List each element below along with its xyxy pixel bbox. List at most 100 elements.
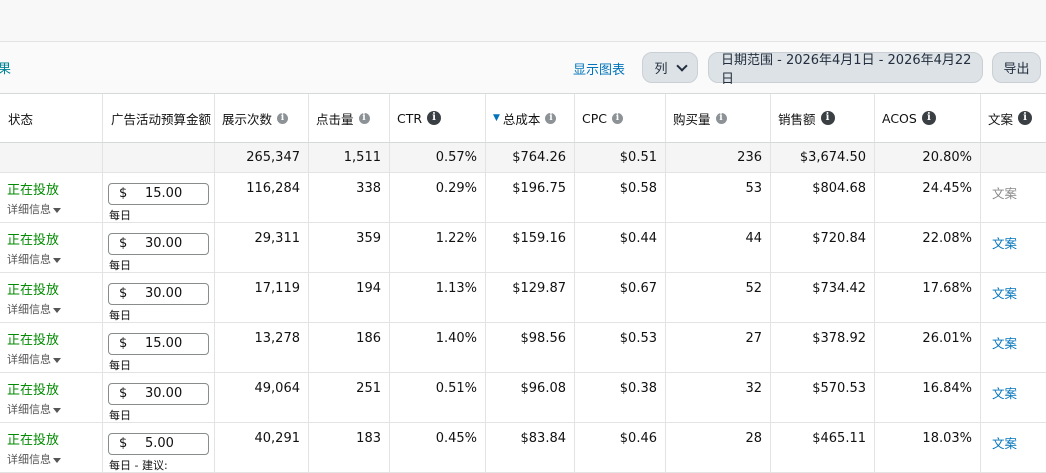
caret-down-icon: [53, 357, 61, 363]
header-clicks[interactable]: 点击量 i: [308, 94, 389, 142]
cell-impressions: 40,291: [254, 431, 301, 446]
header-acos[interactable]: ACOS i: [874, 94, 980, 142]
currency-symbol: $: [119, 236, 128, 251]
cell-sales: $570.53: [812, 381, 866, 396]
cell-sales: $734.42: [812, 281, 866, 296]
header-status-label: 状态: [8, 111, 34, 127]
cell-orders: 52: [745, 281, 762, 296]
currency-symbol: $: [119, 336, 128, 351]
cell-acos: 18.03%: [922, 431, 972, 446]
budget-type: 每日: [109, 409, 131, 422]
header-budget[interactable]: 广告活动预算金额i: [102, 94, 214, 142]
budget-input[interactable]: $15.00: [108, 183, 209, 205]
info-icon[interactable]: i: [820, 111, 835, 125]
cell-sales: $378.92: [812, 331, 866, 346]
budget-input[interactable]: $15.00: [108, 333, 209, 355]
header-creative[interactable]: 文案 i: [980, 94, 1046, 142]
budget-input[interactable]: $30.00: [108, 233, 209, 255]
table-row: 正在投放 详细信息 $5.00 每日 - 建议: 40,291 183 0.45% $83.8…: [0, 423, 1046, 473]
status-label: 正在投放: [7, 333, 60, 348]
details-label: 详细信息: [7, 303, 51, 316]
table-row: 正在投放 详细信息 $15.00 每日 116,284 338 0.29% $196.75 $0…: [0, 173, 1046, 223]
info-icon[interactable]: i: [1018, 111, 1033, 125]
info-icon[interactable]: i: [277, 112, 289, 124]
info-icon[interactable]: i: [427, 111, 442, 125]
cell-acos: 26.01%: [922, 331, 972, 346]
cell-ctr: 0.29%: [435, 181, 477, 196]
details-toggle[interactable]: 详细信息: [7, 251, 61, 267]
total-cpc: $0.51: [619, 150, 657, 165]
cell-clicks: 359: [356, 231, 381, 246]
cell-cpc: $0.46: [619, 431, 657, 446]
details-toggle[interactable]: 详细信息: [7, 401, 61, 417]
info-icon[interactable]: i: [715, 112, 727, 124]
info-icon[interactable]: i: [358, 112, 370, 124]
budget-input[interactable]: $30.00: [108, 383, 209, 405]
info-icon[interactable]: i: [612, 112, 623, 124]
status-label: 正在投放: [7, 383, 60, 398]
budget-input[interactable]: $5.00: [108, 433, 209, 455]
cell-impressions: 49,064: [254, 381, 301, 396]
details-toggle[interactable]: 详细信息: [7, 351, 61, 367]
columns-button[interactable]: 列: [642, 52, 698, 83]
info-icon[interactable]: i: [545, 112, 557, 124]
header-cpc[interactable]: CPC i: [574, 94, 665, 142]
header-sales-label: 销售额: [778, 111, 816, 127]
header-status[interactable]: 状态: [0, 94, 102, 142]
header-cpc-label: CPC: [582, 110, 607, 126]
creative-link[interactable]: 文案: [992, 233, 1017, 252]
caret-down-icon: [53, 457, 61, 463]
cell-acos: 24.45%: [922, 181, 972, 196]
cell-cpc: $0.67: [619, 281, 657, 296]
header-ctr-label: CTR: [397, 110, 423, 126]
total-clicks: 1,511: [343, 150, 381, 165]
status-label: 正在投放: [7, 233, 60, 248]
cell-spend: $96.08: [520, 381, 567, 396]
top-bar: [0, 0, 1046, 42]
header-sales[interactable]: 销售额 i: [770, 94, 874, 142]
header-ctr[interactable]: CTR i: [389, 94, 485, 142]
caret-down-icon: [53, 207, 61, 213]
cell-spend: $98.56: [520, 331, 567, 346]
table-header: 状态 广告活动预算金额i 展示次数i 点击量i CTRi ▼总成本i CPCi …: [0, 93, 1046, 143]
cell-clicks: 338: [356, 181, 381, 196]
budget-value: 15.00: [145, 186, 183, 201]
budget-type: 每日: [109, 209, 131, 222]
creative-link[interactable]: 文案: [992, 383, 1017, 402]
details-label: 详细信息: [7, 453, 51, 466]
export-button[interactable]: 导出: [992, 52, 1041, 83]
budget-type: 每日 - 建议:: [109, 459, 168, 472]
budget-input[interactable]: $30.00: [108, 283, 209, 305]
currency-symbol: $: [119, 386, 128, 401]
details-toggle[interactable]: 详细信息: [7, 301, 61, 317]
cell-orders: 53: [745, 181, 762, 196]
details-label: 详细信息: [7, 253, 51, 266]
budget-value: 15.00: [145, 336, 183, 351]
cell-ctr: 1.13%: [435, 281, 477, 296]
header-spend[interactable]: ▼ 总成本 i: [485, 94, 574, 142]
show-chart-link[interactable]: 显示图表: [573, 59, 625, 78]
date-range-button[interactable]: 日期范围 - 2026年4月1日 - 2026年4月22日: [708, 52, 983, 87]
budget-value: 5.00: [145, 436, 174, 451]
info-icon[interactable]: i: [921, 111, 936, 125]
header-creative-label: 文案: [988, 111, 1014, 127]
cell-spend: $83.84: [520, 431, 567, 446]
details-label: 详细信息: [7, 353, 51, 366]
caret-down-icon: [53, 407, 61, 413]
cell-cpc: $0.53: [619, 331, 657, 346]
cell-acos: 22.08%: [922, 231, 972, 246]
creative-link[interactable]: 文案: [992, 433, 1017, 452]
cell-orders: 27: [745, 331, 762, 346]
creative-link[interactable]: 文案: [992, 183, 1017, 202]
cell-clicks: 194: [356, 281, 381, 296]
header-clicks-label: 点击量: [316, 111, 354, 127]
details-toggle[interactable]: 详细信息: [7, 201, 61, 217]
header-orders[interactable]: 购买量 i: [665, 94, 770, 142]
header-impressions[interactable]: 展示次数 i: [214, 94, 308, 142]
budget-value: 30.00: [145, 386, 183, 401]
cell-spend: $159.16: [512, 231, 566, 246]
header-acos-label: ACOS: [882, 110, 917, 126]
creative-link[interactable]: 文案: [992, 333, 1017, 352]
creative-link[interactable]: 文案: [992, 283, 1017, 302]
details-toggle[interactable]: 详细信息: [7, 451, 61, 467]
